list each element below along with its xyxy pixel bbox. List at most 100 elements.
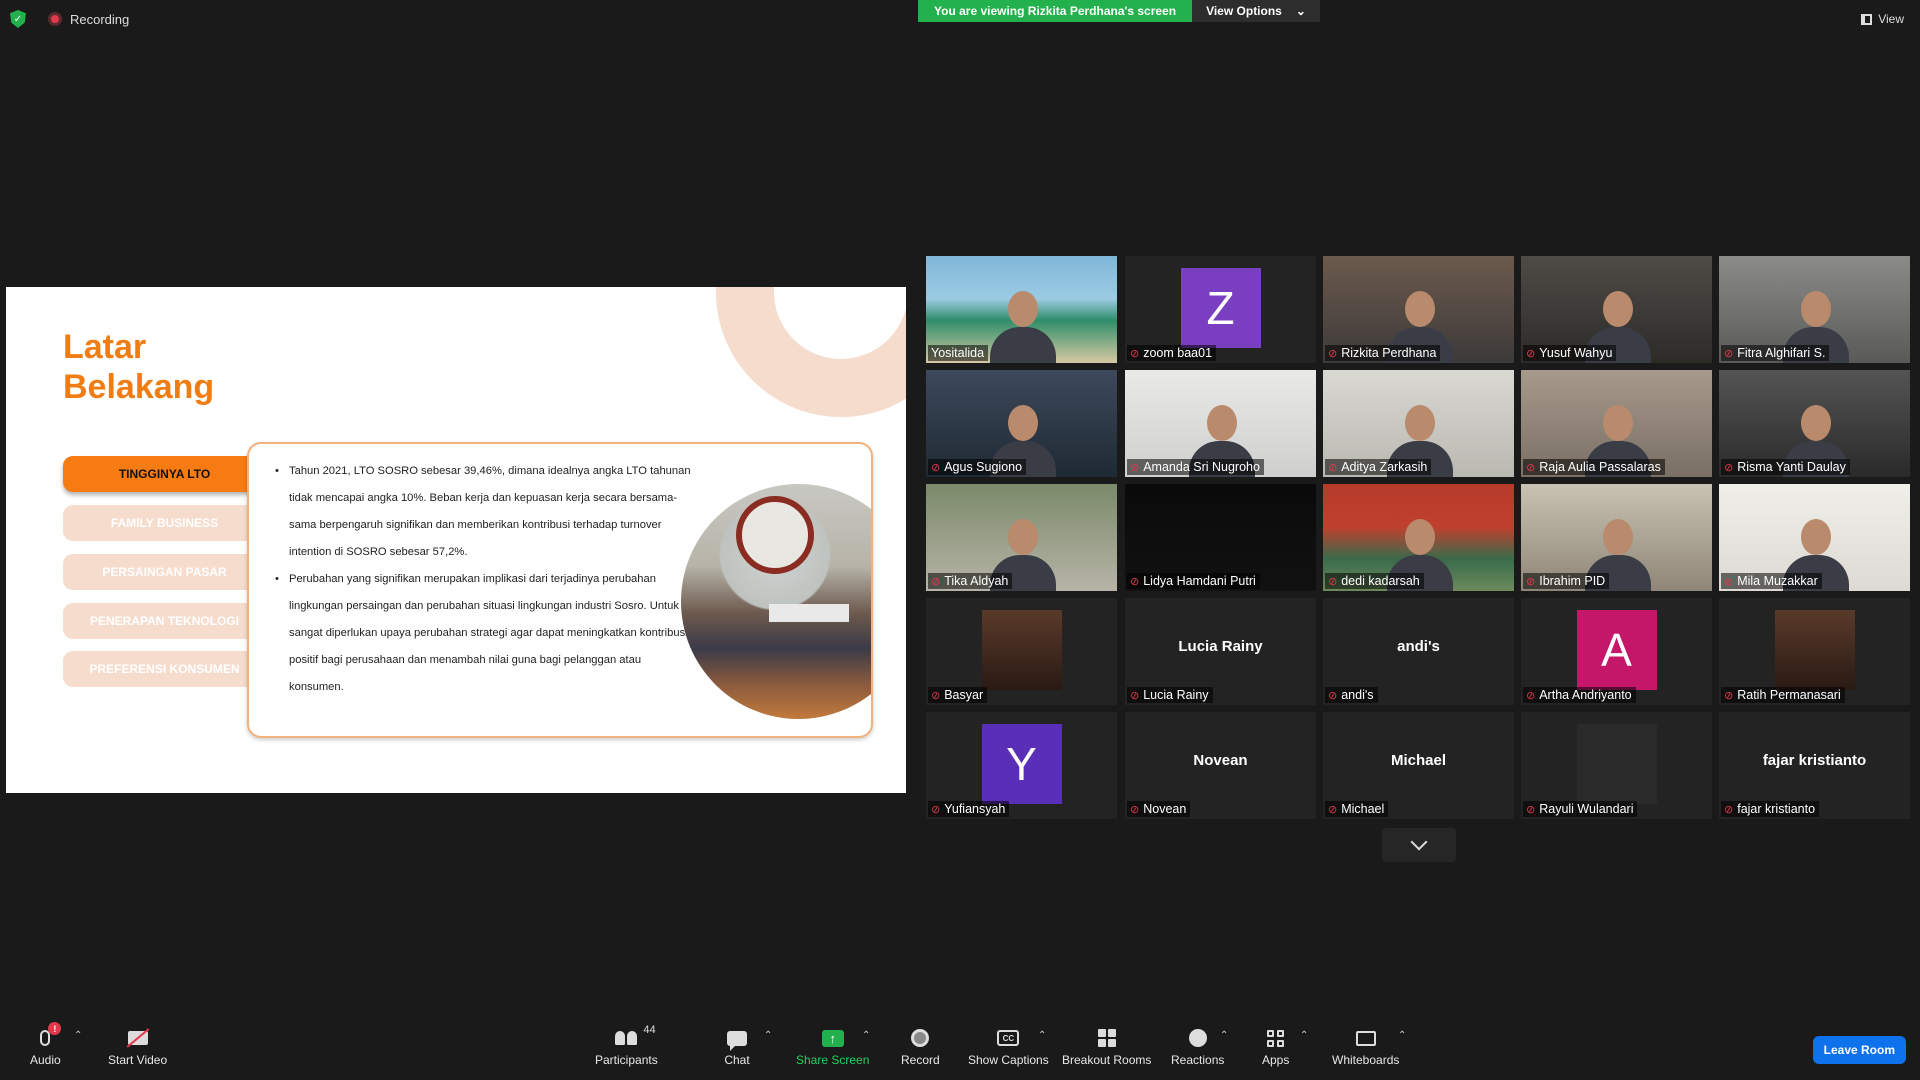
participant-name-tag: Yositalida: [928, 345, 989, 361]
participant-name-tag: ⊘ fajar kristianto: [1721, 801, 1820, 817]
view-button[interactable]: View: [1861, 12, 1904, 26]
record-icon: [911, 1029, 930, 1047]
chat-bubble-icon: [727, 1030, 747, 1051]
participant-tile[interactable]: ⊘ Mila Muzakkar: [1719, 484, 1910, 591]
participant-name-label: Rizkita Perdhana: [1341, 346, 1437, 360]
participant-tile[interactable]: ⊘ Rayuli Wulandari: [1521, 712, 1712, 819]
participant-tile[interactable]: ⊘ Basyar: [926, 598, 1117, 705]
participant-tile[interactable]: ⊘ Ratih Permanasari: [1719, 598, 1910, 705]
chat-options-caret-icon[interactable]: ⌃: [764, 1030, 772, 1041]
participant-figure: [989, 283, 1056, 363]
participant-tile[interactable]: Z ⊘ zoom baa01: [1125, 256, 1316, 363]
microphone-muted-icon: ⊘: [1326, 688, 1339, 703]
chat-button[interactable]: Chat: [724, 1026, 750, 1067]
participant-tile[interactable]: Michael ⊘ Michael: [1323, 712, 1514, 819]
slide-nav-tingginya-lto: TINGGINYA LTO: [63, 456, 266, 492]
participant-tile[interactable]: A ⊘ Artha Andriyanto: [1521, 598, 1712, 705]
reactions-options-caret-icon[interactable]: ⌃: [1220, 1030, 1228, 1041]
participant-tile[interactable]: Novean ⊘ Novean: [1125, 712, 1316, 819]
start-video-label: Start Video: [108, 1053, 168, 1067]
chat-label: Chat: [724, 1053, 750, 1067]
decorative-ring: [716, 287, 906, 417]
participant-tile[interactable]: ⊘ dedi kadarsah: [1323, 484, 1514, 591]
participant-name-tag: ⊘ Aditya Zarkasih: [1325, 459, 1432, 475]
screen-share-banner: You are viewing Rizkita Perdhana's scree…: [918, 0, 1320, 22]
recording-label: Recording: [70, 11, 130, 27]
share-options-caret-icon[interactable]: ⌃: [862, 1030, 870, 1041]
participant-name-tag: ⊘ Amanda Sri Nugroho: [1127, 459, 1264, 475]
viewing-screen-label: You are viewing Rizkita Perdhana's scree…: [918, 0, 1193, 22]
banner-image: [769, 604, 849, 622]
participant-tile[interactable]: ⊘ Lidya Hamdani Putri: [1125, 484, 1316, 591]
recording-dot-icon: [48, 12, 62, 26]
participant-display-name: andi's: [1397, 638, 1440, 655]
participant-tile[interactable]: Lucia Rainy ⊘ Lucia Rainy: [1125, 598, 1316, 705]
apps-options-caret-icon[interactable]: ⌃: [1300, 1030, 1308, 1041]
participant-name-tag: ⊘ andi's: [1325, 687, 1378, 703]
whiteboard-icon: [1355, 1030, 1376, 1046]
participant-name-label: Raja Aulia Passalaras: [1539, 460, 1661, 474]
breakout-rooms-button[interactable]: Breakout Rooms: [1062, 1026, 1151, 1067]
show-captions-button[interactable]: CC Show Captions: [968, 1026, 1049, 1067]
microphone-muted-icon: ⊘: [1326, 574, 1339, 589]
slide-title-line2: Belakang: [63, 368, 215, 406]
participant-tile[interactable]: ⊘ Ibrahim PID: [1521, 484, 1712, 591]
shared-screen-slide: Latar Belakang TINGGINYA LTO FAMILY BUSI…: [6, 287, 906, 793]
participant-tile[interactable]: ⊘ Tika Aldyah: [926, 484, 1117, 591]
participant-tile[interactable]: Y ⊘ Yufiansyah: [926, 712, 1117, 819]
participant-name-label: Ibrahim PID: [1539, 574, 1606, 588]
microphone-muted-icon: ⊘: [1722, 802, 1735, 817]
captions-options-caret-icon[interactable]: ⌃: [1038, 1030, 1046, 1041]
participant-tile[interactable]: andi's ⊘ andi's: [1323, 598, 1514, 705]
slide-content-box: Tahun 2021, LTO SOSRO sebesar 39,46%, di…: [247, 442, 873, 738]
participant-display-name: Novean: [1193, 752, 1248, 769]
microphone-muted-icon: ⊘: [1722, 688, 1735, 703]
participants-button[interactable]: 44 Participants: [595, 1024, 658, 1067]
apps-button[interactable]: Apps: [1262, 1026, 1289, 1067]
participant-tile[interactable]: ⊘ Amanda Sri Nugroho: [1125, 370, 1316, 477]
microphone-muted-icon: ⊘: [1722, 346, 1735, 361]
start-video-button[interactable]: Start Video: [108, 1026, 167, 1067]
participant-name-tag: ⊘ Yufiansyah: [928, 801, 1010, 817]
participant-tile[interactable]: ⊘ Risma Yanti Daulay: [1719, 370, 1910, 477]
participant-name-tag: ⊘ dedi kadarsah: [1325, 573, 1424, 589]
participant-name-label: Rayuli Wulandari: [1539, 802, 1634, 816]
audio-options-caret-icon[interactable]: ⌃: [74, 1030, 82, 1041]
gallery-next-page-button[interactable]: [1382, 828, 1456, 862]
participant-tile[interactable]: ⊘ Aditya Zarkasih: [1323, 370, 1514, 477]
microphone-muted-icon: ⊘: [1722, 574, 1735, 589]
participant-name-tag: ⊘ Michael: [1325, 801, 1389, 817]
participant-name-label: Amanda Sri Nugroho: [1143, 460, 1260, 474]
participant-tile[interactable]: Yositalida: [926, 256, 1117, 363]
chevron-down-icon: [1410, 833, 1428, 851]
share-screen-arrow-icon: ↑: [821, 1029, 844, 1047]
participant-name-tag: ⊘ Raja Aulia Passalaras: [1523, 459, 1665, 475]
whiteboards-button[interactable]: Whiteboards: [1332, 1026, 1399, 1067]
participant-profile-photo: [1576, 724, 1657, 804]
record-button[interactable]: Record: [901, 1026, 940, 1067]
recording-indicator[interactable]: ✓ Recording: [10, 10, 129, 28]
security-shield-icon[interactable]: ✓: [10, 10, 26, 28]
whiteboards-options-caret-icon[interactable]: ⌃: [1398, 1030, 1406, 1041]
leave-room-button[interactable]: Leave Room: [1812, 1036, 1906, 1064]
participant-name-tag: ⊘ Rizkita Perdhana: [1325, 345, 1441, 361]
audio-button[interactable]: ! Audio: [30, 1022, 62, 1067]
participant-name-tag: ⊘ Agus Sugiono: [928, 459, 1027, 475]
participant-tile[interactable]: ⊘ Rizkita Perdhana: [1323, 256, 1514, 363]
view-options-label: View Options: [1206, 4, 1282, 18]
participant-tile[interactable]: ⊘ Agus Sugiono: [926, 370, 1117, 477]
participant-profile-photo: [1774, 610, 1855, 690]
participant-name-label: Artha Andriyanto: [1539, 688, 1632, 702]
participant-tile[interactable]: ⊘ Fitra Alghifari S.: [1719, 256, 1910, 363]
participant-name-tag: ⊘ Ratih Permanasari: [1721, 687, 1845, 703]
share-screen-button[interactable]: ↑ Share Screen: [796, 1026, 869, 1067]
participant-avatar: Z: [1180, 268, 1261, 348]
participant-name-tag: ⊘ Ibrahim PID: [1523, 573, 1610, 589]
participant-tile[interactable]: fajar kristianto ⊘ fajar kristianto: [1719, 712, 1910, 819]
participant-tile[interactable]: ⊘ Yusuf Wahyu: [1521, 256, 1712, 363]
reactions-button[interactable]: Reactions: [1171, 1026, 1224, 1067]
participant-avatar: Y: [981, 724, 1062, 804]
view-options-button[interactable]: View Options ⌄: [1192, 0, 1320, 22]
participant-tile[interactable]: ⊘ Raja Aulia Passalaras: [1521, 370, 1712, 477]
participant-name-label: Yufiansyah: [944, 802, 1006, 816]
